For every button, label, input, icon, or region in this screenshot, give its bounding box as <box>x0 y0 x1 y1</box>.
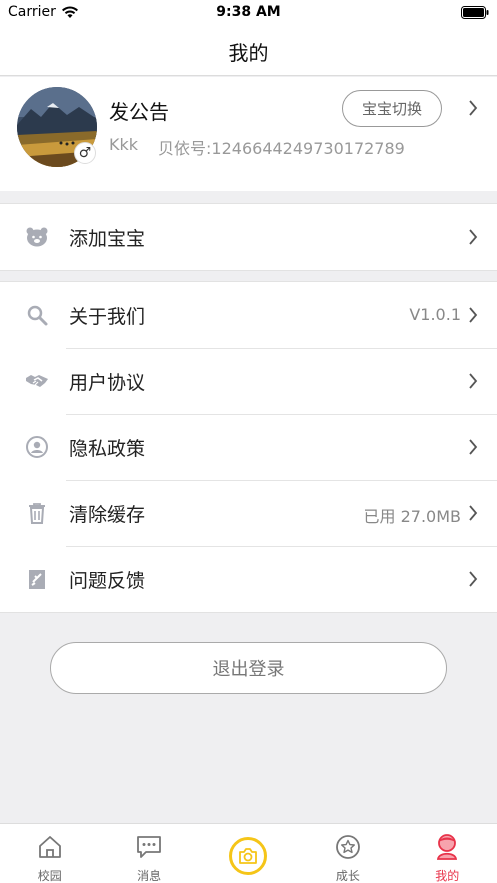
menu-item-privacy[interactable]: 隐私政策 <box>0 414 497 480</box>
settings-menu: 关于我们 V1.0.1 用户协议 隐私政策 清除缓存 已用 27.0MB 问题反… <box>0 281 497 613</box>
feedback-icon <box>29 570 45 589</box>
chevron-right-icon <box>469 373 478 389</box>
nav-bar: 我的 <box>0 26 497 76</box>
add-baby-row[interactable]: 添加宝宝 <box>0 204 497 270</box>
battery-icon <box>461 6 489 19</box>
tab-mine[interactable]: 我的 <box>398 824 497 883</box>
search-icon <box>27 305 48 326</box>
user-circle-icon <box>26 436 48 458</box>
menu-item-clear-cache[interactable]: 清除缓存 已用 27.0MB <box>0 480 497 546</box>
menu-item-label: 用户协议 <box>69 372 146 394</box>
gender-male-icon: ♂ <box>74 142 96 164</box>
page-title: 我的 <box>228 41 269 65</box>
add-baby-group: 添加宝宝 <box>0 203 497 271</box>
menu-item-label: 清除缓存 <box>69 504 146 526</box>
add-baby-label: 添加宝宝 <box>69 228 146 250</box>
status-time: 9:38 AM <box>216 4 281 20</box>
profile-id: 贝依号:1246644249730172789 <box>158 139 405 158</box>
app-version: V1.0.1 <box>409 305 461 324</box>
menu-item-feedback[interactable]: 问题反馈 <box>0 546 497 612</box>
profile-subinfo: Kkk 贝依号:1246644249730172789 <box>109 135 405 159</box>
cache-size: 已用 27.0MB <box>363 507 462 526</box>
tab-label: 我的 <box>435 869 460 883</box>
trash-icon <box>29 503 45 524</box>
tab-growth[interactable]: 成长 <box>298 824 397 883</box>
status-bar: Carrier 9:38 AM <box>0 0 497 26</box>
bear-icon <box>26 227 48 247</box>
chevron-right-icon <box>469 229 478 245</box>
home-icon <box>38 836 61 858</box>
chevron-right-icon <box>469 439 478 455</box>
handshake-icon <box>26 375 48 387</box>
camera-icon <box>239 848 257 864</box>
message-icon <box>137 836 161 858</box>
tab-bar: 校园 消息 成长 我的 <box>0 823 497 883</box>
profile-card[interactable]: ♂ 发公告 Kkk 贝依号:1246644249730172789 宝宝切换 <box>0 77 497 191</box>
profile-nickname: Kkk <box>109 135 139 154</box>
menu-item-label: 关于我们 <box>69 306 146 328</box>
logout-button[interactable]: 退出登录 <box>50 642 447 694</box>
tab-campus[interactable]: 校园 <box>0 824 99 883</box>
menu-item-user-agreement[interactable]: 用户协议 <box>0 348 497 414</box>
tab-label: 校园 <box>37 869 62 883</box>
chevron-right-icon <box>469 571 478 587</box>
profile-icon <box>437 834 458 860</box>
star-icon <box>335 835 360 859</box>
menu-item-label: 隐私政策 <box>69 438 146 460</box>
chevron-right-icon <box>469 505 478 521</box>
tab-messages[interactable]: 消息 <box>99 824 198 883</box>
menu-item-about[interactable]: 关于我们 V1.0.1 <box>0 282 497 348</box>
tab-label: 成长 <box>335 869 360 883</box>
camera-button[interactable] <box>229 837 267 875</box>
tab-label: 消息 <box>137 869 162 883</box>
baby-switch-button[interactable]: 宝宝切换 <box>342 90 442 127</box>
chevron-right-icon <box>469 100 478 116</box>
profile-name: 发公告 <box>109 100 169 124</box>
chevron-right-icon <box>469 307 478 323</box>
menu-item-label: 问题反馈 <box>69 570 146 592</box>
